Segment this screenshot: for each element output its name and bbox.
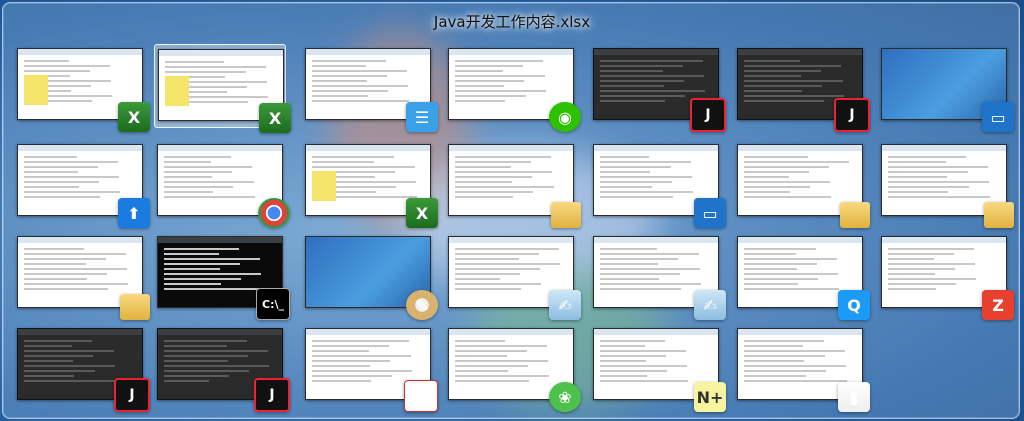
window-thumbnail-excel[interactable]: X [154, 44, 291, 133]
window-thumbnail-explorer[interactable] [14, 232, 150, 320]
chat-icon: ☰ [406, 102, 438, 132]
window-thumbnail-upload[interactable]: ⬆ [14, 140, 150, 228]
folder-icon [551, 202, 581, 228]
cmd-icon: C:\_ [256, 288, 290, 320]
window-thumbnail-intellij[interactable]: J [14, 324, 150, 412]
window-thumbnail-control-panel[interactable]: ▭ [590, 140, 726, 228]
folder-icon [840, 202, 870, 228]
window-thumbnail-chat[interactable]: ☰ [302, 44, 438, 132]
window-thumbnail-notepad[interactable]: ✍ [445, 232, 581, 320]
paint-icon: ✎ [406, 290, 438, 320]
wechat-icon: ◉ [549, 102, 581, 132]
chart-icon: ▮ [838, 382, 870, 412]
window-thumbnail-explorer[interactable] [734, 140, 870, 228]
window-thumbnail-wechat-dev[interactable]: ❀ [445, 324, 581, 412]
ij-icon: J [254, 378, 290, 412]
np-icon: N+ [694, 382, 726, 412]
window-thumbnail-cmd[interactable]: C:\_ [154, 232, 290, 320]
window-thumbnail-notepad[interactable]: ✍ [590, 232, 726, 320]
ij-icon: J [114, 378, 150, 412]
window-thumbnail-explorer[interactable] [878, 140, 1014, 228]
window-thumbnail-qq[interactable]: Q [734, 232, 870, 320]
window-thumbnail-desktop[interactable]: ▭ [878, 44, 1014, 132]
folder-icon [984, 202, 1014, 228]
ij-icon: J [834, 98, 870, 132]
ij-icon: J [690, 98, 726, 132]
window-thumbnail-notepad-plus[interactable]: N+ [590, 324, 726, 412]
window-thumbnail-explorer[interactable] [445, 140, 581, 228]
window-thumbnail-paint[interactable]: ✎ [302, 232, 438, 320]
window-thumbnail-chart-app[interactable]: ▮ [734, 324, 870, 412]
excel-icon: X [406, 198, 438, 228]
window-thumbnail-chrome[interactable] [154, 140, 290, 228]
window-thumbnail-intellij[interactable]: J [734, 44, 870, 132]
screen-icon: ▭ [694, 198, 726, 228]
window-thumbnail-excel[interactable]: X [302, 140, 438, 228]
note-icon: ✍ [694, 290, 726, 320]
arrow-icon: ⬆ [118, 198, 150, 228]
excel-icon: X [259, 103, 291, 133]
leaf-icon: ❀ [549, 382, 581, 412]
qq-icon: Q [838, 290, 870, 320]
excel-icon: X [118, 102, 150, 132]
folder-icon [120, 294, 150, 320]
chrome-icon [258, 198, 290, 228]
red-icon: Z [982, 290, 1014, 320]
window-thumbnail-intellij[interactable]: J [590, 44, 726, 132]
window-thumbnail-wechat[interactable]: ◉ [445, 44, 581, 132]
window-thumbnail-excel[interactable]: X [14, 44, 150, 132]
table-icon: ▦ [404, 380, 438, 412]
window-thumbnail-table[interactable]: ▦ [302, 324, 438, 412]
window-thumbnail-intellij[interactable]: J [154, 324, 290, 412]
screen-icon: ▭ [982, 102, 1014, 132]
window-thumbnail-filezilla[interactable]: Z [878, 232, 1014, 320]
note-icon: ✍ [549, 290, 581, 320]
active-window-title: Java开发工作内容.xlsx [433, 13, 591, 31]
